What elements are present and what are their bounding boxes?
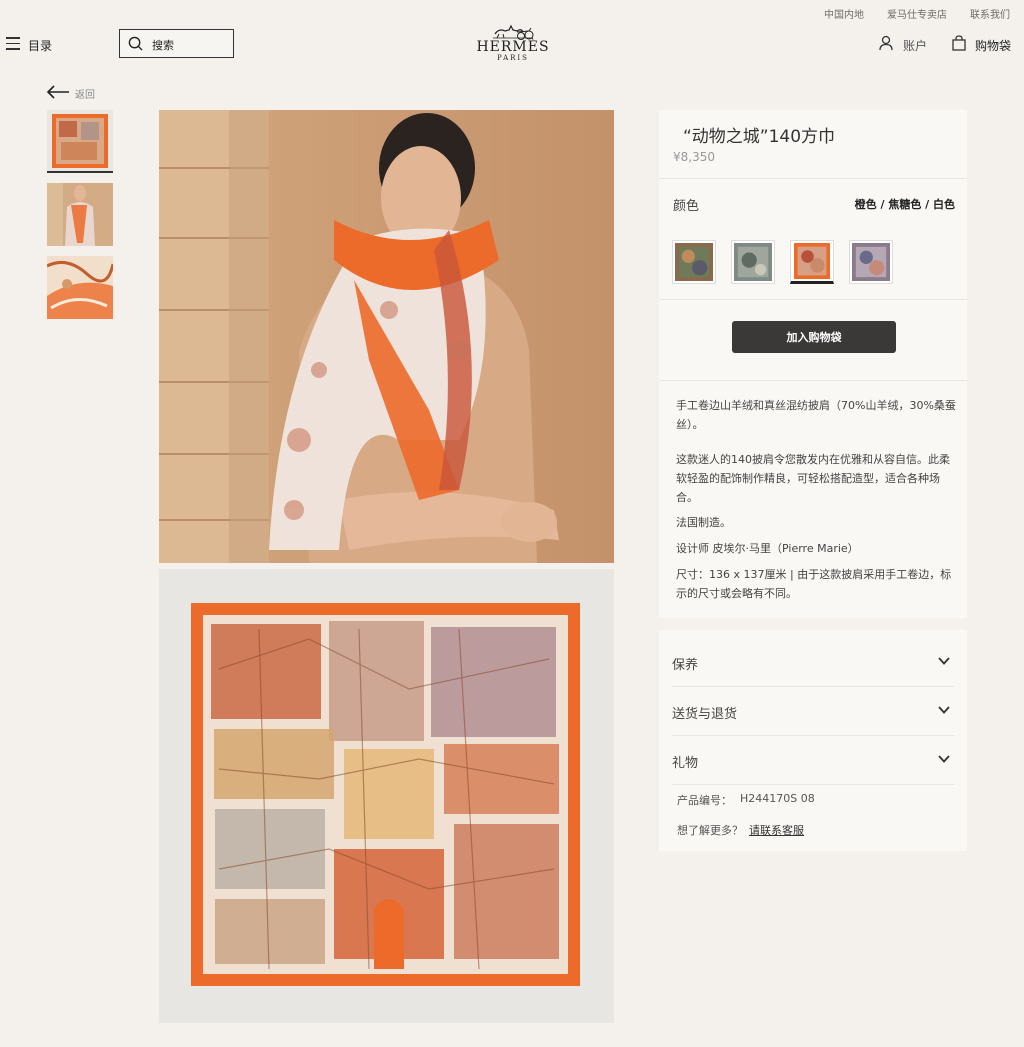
logo-wordmark: HERMÈS [476,39,550,55]
accordion-shipping[interactable]: 送货与退货 [672,687,954,735]
divider [659,380,967,381]
accordion-care[interactable]: 保养 [672,638,954,686]
sku-label: 产品编号： [677,794,732,807]
description-size: 尺寸：136 x 137厘米 | 由于这款披肩采用手工卷边，标示的尺寸或会略有不… [676,568,952,600]
product-info-panel: “动物之城”140方巾 ¥8,350 颜色 橙色 / 焦糖色 / 白色 加入购物… [659,110,967,618]
description-designer: 设计师 皮埃尔·马里（Pierre Marie） [676,542,859,555]
add-to-bag-button[interactable]: 加入购物袋 [732,321,896,353]
region-link[interactable]: 中国内地 [824,6,864,21]
divider [659,178,967,179]
color-swatch-2[interactable] [731,240,775,284]
menu-icon[interactable] [6,37,20,50]
search-placeholder: 搜索 [152,39,174,52]
carriage-logo-icon [493,24,534,40]
contact-link[interactable]: 联系我们 [970,6,1010,21]
stores-link[interactable]: 爱马仕专卖店 [887,6,947,21]
accordion-shipping-label: 送货与退货 [672,707,738,722]
product-photo-model[interactable] [159,110,614,563]
shopping-bag-icon[interactable] [952,35,966,51]
search-input[interactable]: 搜索 [119,29,234,58]
color-value: 橙色 / 焦糖色 / 白色 [854,198,955,211]
description-body: 这款迷人的140披肩令您散发内在优雅和从容自信。此柔软轻盈的配饰制作精良，可轻松… [676,453,950,504]
sku-value: H244170S 08 [740,792,815,805]
shopping-bag-link[interactable]: 购物袋 [975,37,1011,54]
chevron-down-icon [938,657,950,665]
divider [672,784,954,785]
thumbnail-model[interactable] [47,183,113,246]
divider [659,299,967,300]
accordion-gift[interactable]: 礼物 [672,736,954,784]
color-swatch-3[interactable] [790,240,834,284]
search-icon [128,36,143,51]
details-panel: 保养 送货与退货 礼物 产品编号： H244170S 08 想了解更多？ 请联系… [659,630,967,851]
accordion-gift-label: 礼物 [672,756,699,771]
description-materials: 手工卷边山羊绒和真丝混纺披肩（70%山羊绒，30%桑蚕丝）。 [676,399,956,431]
chevron-down-icon [938,755,950,763]
logo-city: PARIS [497,54,529,62]
back-link[interactable]: 返回 [75,86,95,101]
back-arrow-icon[interactable] [46,85,70,99]
brand-logo[interactable]: HERMÈS PARIS [468,22,558,66]
accordion-care-label: 保养 [672,658,699,673]
thumbnail-scarf-flat[interactable] [47,110,113,173]
description-origin: 法国制造。 [676,516,731,529]
more-info-label: 想了解更多？ [677,824,743,837]
thumbnail-detail[interactable] [47,256,113,319]
product-price: ¥8,350 [673,150,715,164]
color-swatch-1[interactable] [672,240,716,284]
contact-support-link[interactable]: 请联系客服 [749,822,804,838]
menu-label[interactable]: 目录 [28,37,52,54]
color-swatch-4[interactable] [849,240,893,284]
product-title: “动物之城”140方巾 [683,127,836,147]
account-icon[interactable] [879,35,893,51]
chevron-down-icon [938,706,950,714]
product-photo-scarf[interactable] [159,569,614,1023]
account-link[interactable]: 账户 [903,37,927,54]
color-label: 颜色 [673,199,700,214]
